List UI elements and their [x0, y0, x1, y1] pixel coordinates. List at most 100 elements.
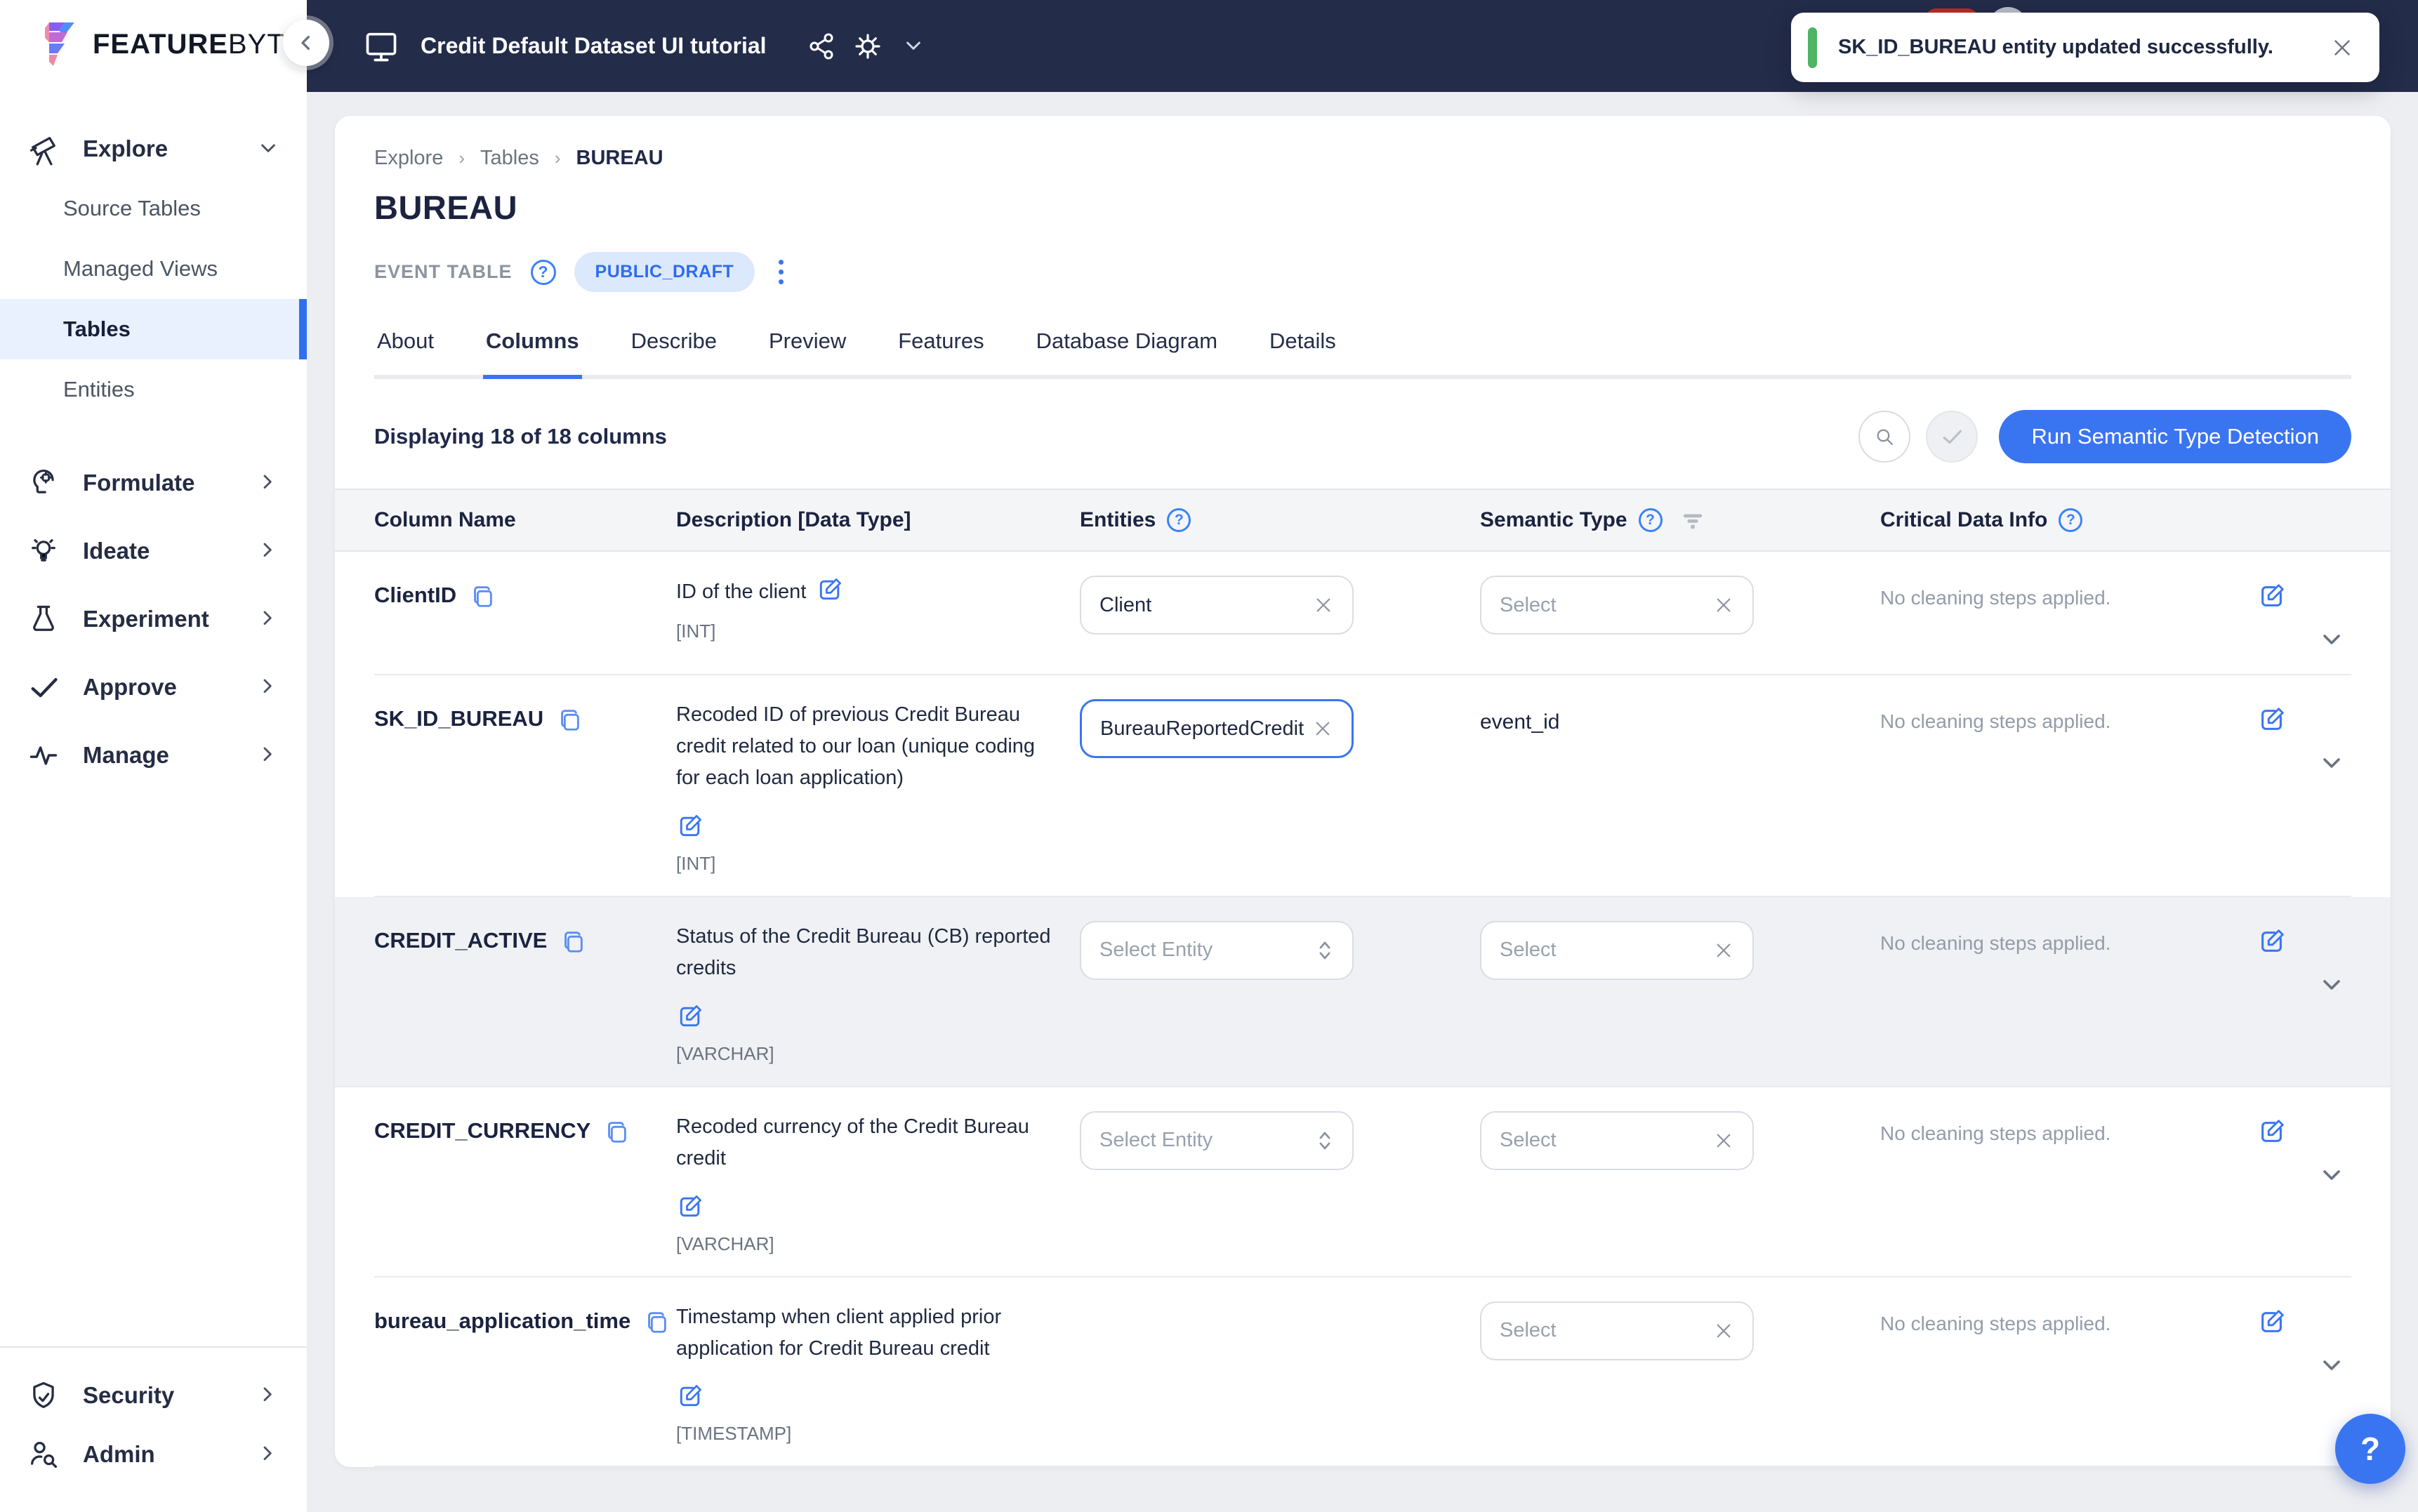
tab-preview[interactable]: Preview: [766, 329, 849, 379]
sidebar-collapse-button[interactable]: [283, 20, 329, 66]
tab-about[interactable]: About: [374, 329, 437, 379]
semantic-type-cell: Select: [1480, 576, 1880, 653]
expand-row-icon[interactable]: [2319, 1353, 2344, 1379]
table-meta-row: EVENT TABLE ? PUBLIC_DRAFT: [374, 252, 2351, 292]
table-header-row: Column Name Description [Data Type] Entiti…: [335, 489, 2391, 552]
close-icon[interactable]: [2330, 36, 2354, 60]
copy-icon[interactable]: [643, 1308, 670, 1335]
semantic-type-select[interactable]: Select: [1480, 1301, 1754, 1360]
help-icon[interactable]: ?: [1638, 508, 1663, 532]
column-name: bureau_application_time: [374, 1308, 631, 1333]
column-name: CREDIT_ACTIVE: [374, 927, 548, 953]
flask-icon: [33, 605, 54, 631]
copy-icon[interactable]: [560, 928, 586, 955]
remove-entity-icon[interactable]: [1312, 718, 1333, 739]
edit-column-icon[interactable]: [2257, 927, 2287, 956]
edit-description-icon[interactable]: [816, 576, 844, 604]
semantic-select-placeholder: Select: [1500, 593, 1557, 616]
tab-database-diagram[interactable]: Database Diagram: [1033, 329, 1220, 379]
column-name: SK_ID_BUREAU: [374, 706, 544, 731]
share-icon[interactable]: [806, 31, 837, 62]
entities-cell: Select Entity: [1080, 1110, 1480, 1255]
sidebar-item-admin[interactable]: Admin: [0, 1425, 307, 1484]
chevron-right-icon: [263, 679, 272, 694]
expand-row-icon[interactable]: [2319, 628, 2344, 653]
sidebar-item-ideate[interactable]: Ideate: [0, 522, 307, 581]
gear-icon[interactable]: [852, 31, 883, 62]
column-description: Recoded currency of the Credit Bureau cr…: [676, 1115, 1029, 1169]
tab-columns[interactable]: Columns: [483, 329, 582, 379]
sidebar-item-managed-views[interactable]: Managed Views: [0, 239, 307, 299]
edit-description-icon[interactable]: [676, 812, 704, 840]
semantic-select-placeholder: Select: [1500, 939, 1557, 962]
clear-semantic-icon[interactable]: [1713, 940, 1734, 961]
sidebar-item-security[interactable]: Security: [0, 1366, 307, 1425]
kebab-menu-icon[interactable]: [773, 257, 789, 287]
help-icon[interactable]: ?: [530, 259, 556, 285]
run-semantic-type-detection-button[interactable]: Run Semantic Type Detection: [1999, 410, 2351, 463]
description-cell: Timestamp when client applied prior appl…: [676, 1301, 1059, 1445]
tab-describe[interactable]: Describe: [628, 329, 720, 379]
sidebar-item-formulate[interactable]: Formulate: [0, 453, 307, 512]
entities-cell: Select Entity: [1080, 920, 1480, 1065]
clear-semantic-icon[interactable]: [1713, 1130, 1734, 1151]
sidebar-item-manage[interactable]: Manage: [0, 726, 307, 785]
breadcrumb-item[interactable]: Explore: [374, 147, 443, 170]
entity-chip[interactable]: BureauReportedCredit: [1080, 699, 1354, 758]
sidebar-item-experiment[interactable]: Experiment: [0, 590, 307, 649]
copy-icon[interactable]: [556, 706, 583, 733]
sidebar-item-approve[interactable]: Approve: [0, 658, 307, 717]
semantic-select-placeholder: Select: [1500, 1319, 1557, 1342]
sidebar-item-explore[interactable]: Explore: [0, 119, 307, 178]
entity-select[interactable]: Select Entity: [1080, 1110, 1354, 1170]
semantic-type-select[interactable]: Select: [1480, 920, 1754, 980]
semantic-type-select[interactable]: Select: [1480, 576, 1754, 635]
edit-description-icon[interactable]: [676, 1382, 704, 1410]
sidebar-item-tables[interactable]: Tables: [0, 299, 307, 359]
filter-icon[interactable]: [1681, 510, 1705, 531]
sidebar-item-source-tables[interactable]: Source Tables: [0, 178, 307, 239]
data-type: [TIMESTAMP]: [676, 1423, 792, 1445]
semantic-type-select[interactable]: Select: [1480, 1110, 1754, 1170]
entity-chip[interactable]: Client: [1080, 576, 1354, 635]
copy-icon[interactable]: [603, 1118, 630, 1145]
chevron-down-icon[interactable]: [903, 36, 924, 57]
toast-message: SK_ID_BUREAU entity updated successfully…: [1838, 36, 2273, 58]
clear-semantic-icon[interactable]: [1713, 595, 1734, 616]
help-icon[interactable]: ?: [1167, 508, 1191, 532]
tab-details[interactable]: Details: [1267, 329, 1339, 379]
search-button[interactable]: [1858, 411, 1911, 463]
user-search-icon: [31, 1442, 58, 1468]
edit-column-icon[interactable]: [2257, 705, 2287, 734]
entity-select[interactable]: Select Entity: [1080, 920, 1354, 980]
expand-row-icon[interactable]: [2319, 1163, 2344, 1188]
sidebar-item-entities[interactable]: Entities: [0, 359, 307, 420]
main-area: Credit Default Dataset UI tutorial SK_ID…: [307, 0, 2418, 1512]
critical-data-info-cell: No cleaning steps applied.: [1880, 1111, 2210, 1255]
table-row: ClientID ID of the client [INT] Client S…: [374, 552, 2351, 675]
critical-data-info: No cleaning steps applied.: [1880, 710, 2111, 732]
table-row: bureau_application_time Timestamp when c…: [374, 1278, 2351, 1467]
expand-row-icon[interactable]: [2319, 751, 2344, 776]
copy-icon[interactable]: [469, 583, 496, 609]
tab-features[interactable]: Features: [895, 329, 986, 379]
edit-column-icon[interactable]: [2257, 1117, 2287, 1146]
breadcrumb-item: BUREAU: [576, 147, 663, 169]
status-badge: PUBLIC_DRAFT: [574, 252, 755, 292]
clear-semantic-icon[interactable]: [1713, 1320, 1734, 1341]
confirm-button[interactable]: [1926, 411, 1978, 463]
breadcrumb-item[interactable]: Tables: [480, 147, 539, 170]
edit-column-icon[interactable]: [2257, 581, 2287, 611]
help-icon[interactable]: ?: [2059, 508, 2083, 532]
remove-entity-icon[interactable]: [1313, 595, 1334, 616]
sidebar-midnav: Formulate Ideate Experiment Approve Manage: [0, 453, 307, 785]
help-fab-button[interactable]: ?: [2335, 1414, 2405, 1484]
shield-icon: [33, 1381, 54, 1409]
edit-column-icon[interactable]: [2257, 1307, 2287, 1337]
chevron-right-icon: [263, 747, 272, 762]
edit-description-icon[interactable]: [676, 1193, 704, 1221]
entity-select-placeholder: Select Entity: [1099, 1129, 1213, 1152]
columns-toolbar: Displaying 18 of 18 columns Run Semantic…: [374, 410, 2351, 463]
expand-row-icon[interactable]: [2319, 973, 2344, 998]
edit-description-icon[interactable]: [676, 1002, 704, 1030]
